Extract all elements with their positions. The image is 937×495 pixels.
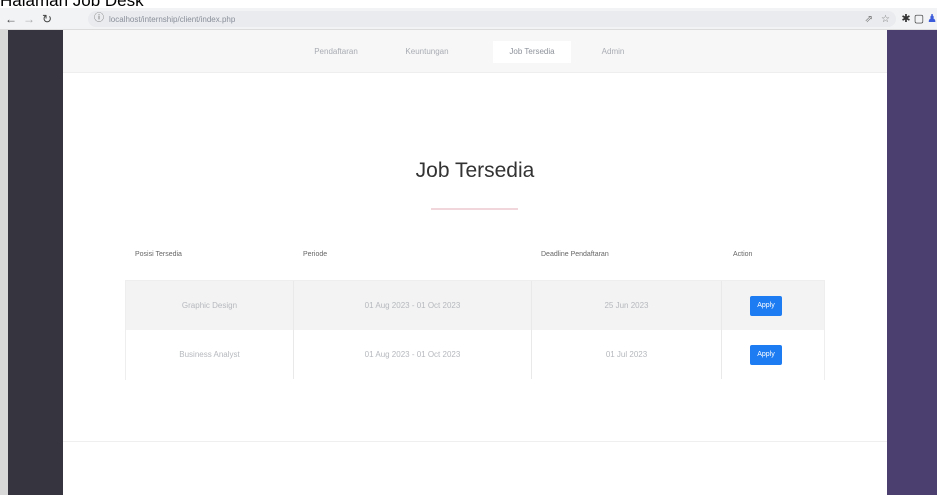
address-bar[interactable]: ⓘ localhost/internship/client/index.php … <box>88 11 896 27</box>
column-header-action: Action <box>733 251 753 258</box>
apply-button[interactable]: Apply <box>750 296 782 316</box>
cell-deadline: 25 Jun 2023 <box>532 281 722 330</box>
window-edge <box>0 30 8 495</box>
column-header-periode: Periode <box>303 251 328 258</box>
nav-item-keuntungan[interactable]: Keuntungan <box>397 41 457 63</box>
bookmark-star-icon[interactable]: ☆ <box>881 14 890 25</box>
reload-icon[interactable]: ↻ <box>40 12 54 26</box>
web-page: Pendaftaran Keuntungan Job Tersedia Admi… <box>63 30 887 495</box>
nav-item-admin[interactable]: Admin <box>591 41 635 63</box>
top-navigation: Pendaftaran Keuntungan Job Tersedia Admi… <box>63 30 887 73</box>
cell-deadline: 01 Jul 2023 <box>532 330 722 379</box>
cell-periode: 01 Aug 2023 - 01 Oct 2023 <box>294 281 532 330</box>
browser-toolbar: ← → ↻ ⓘ localhost/internship/client/inde… <box>0 8 937 30</box>
footer-divider <box>63 441 887 442</box>
site-info-icon[interactable]: ⓘ <box>93 13 105 25</box>
sidebar-panel-icon[interactable]: ▢ <box>912 11 926 27</box>
back-arrow-icon[interactable]: ← <box>4 12 18 26</box>
apply-button[interactable]: Apply <box>750 345 782 365</box>
column-header-posisi: Posisi Tersedia <box>135 251 182 258</box>
right-background-panel <box>887 30 937 495</box>
cell-posisi: Business Analyst <box>126 330 294 379</box>
address-bar-actions: ⇗ ☆ <box>865 11 890 27</box>
job-table: Graphic Design 01 Aug 2023 - 01 Oct 2023… <box>125 280 825 380</box>
nav-item-pendaftaran[interactable]: Pendaftaran <box>293 41 379 63</box>
url-text[interactable]: localhost/internship/client/index.php <box>109 15 235 24</box>
cell-periode: 01 Aug 2023 - 01 Oct 2023 <box>294 330 532 379</box>
left-background-panel <box>8 30 63 495</box>
nav-item-job-tersedia[interactable]: Job Tersedia <box>493 41 571 63</box>
title-underline <box>431 208 518 210</box>
profile-avatar-icon[interactable]: ♟ <box>925 11 937 27</box>
page-title: Job Tersedia <box>415 159 535 182</box>
share-icon[interactable]: ⇗ <box>865 14 873 25</box>
table-row: Graphic Design 01 Aug 2023 - 01 Oct 2023… <box>126 281 824 331</box>
cell-posisi: Graphic Design <box>126 281 294 330</box>
extension-puzzle-icon[interactable]: ✱ <box>899 11 913 27</box>
table-row: Business Analyst 01 Aug 2023 - 01 Oct 20… <box>126 330 824 380</box>
page-caption: Halaman Job Desk <box>0 0 144 8</box>
forward-arrow-icon[interactable]: → <box>22 12 36 26</box>
column-header-deadline: Deadline Pendaftaran <box>541 251 609 258</box>
